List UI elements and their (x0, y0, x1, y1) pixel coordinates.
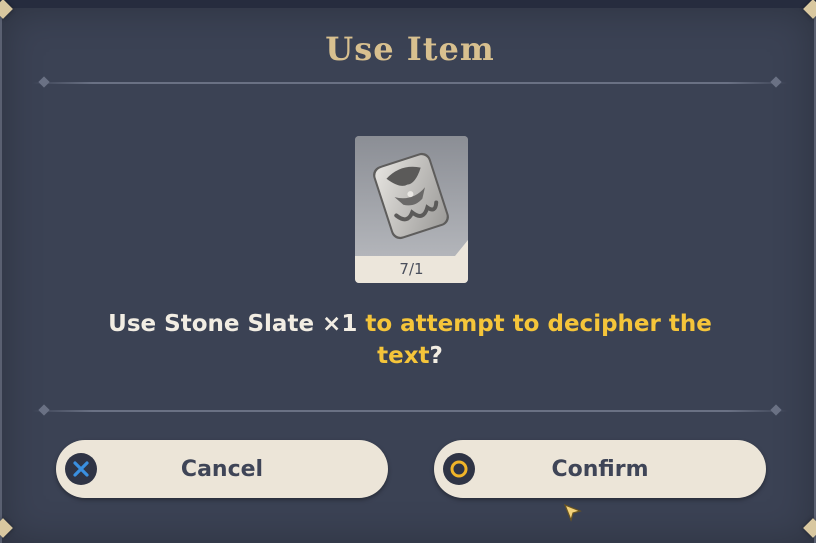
cancel-button-label: Cancel (180, 456, 264, 482)
confirm-button[interactable]: Confirm (434, 440, 766, 498)
cross-button-icon (65, 453, 97, 485)
top-divider (32, 82, 788, 84)
prompt-highlight: to attempt to decipher the text (365, 311, 712, 369)
use-item-dialog: Use Item 7/1 Use Stone Slate ×1 to attem… (0, 0, 816, 543)
corner-ornament-top-left (0, 0, 13, 19)
bottom-divider (32, 410, 788, 412)
mouse-cursor-icon (563, 503, 582, 522)
item-card: 7/1 (355, 136, 468, 283)
item-count: 7/1 (355, 256, 468, 283)
game-screen: Use Item 7/1 Use Stone Slate ×1 to attem… (0, 0, 816, 543)
use-item-prompt: Use Stone Slate ×1 to attempt to deciphe… (102, 308, 718, 372)
corner-ornament-top-right (803, 0, 816, 19)
circle-button-icon (443, 453, 475, 485)
stone-slate-icon (355, 136, 468, 256)
corner-ornament-bottom-left (0, 518, 13, 538)
prompt-text: Use Stone Slate ×1 (108, 311, 366, 337)
dialog-title: Use Item (325, 30, 495, 68)
cancel-button[interactable]: Cancel (56, 440, 388, 498)
confirm-button-label: Confirm (551, 456, 649, 482)
corner-ornament-bottom-right (803, 518, 816, 538)
prompt-end: ? (429, 343, 443, 369)
